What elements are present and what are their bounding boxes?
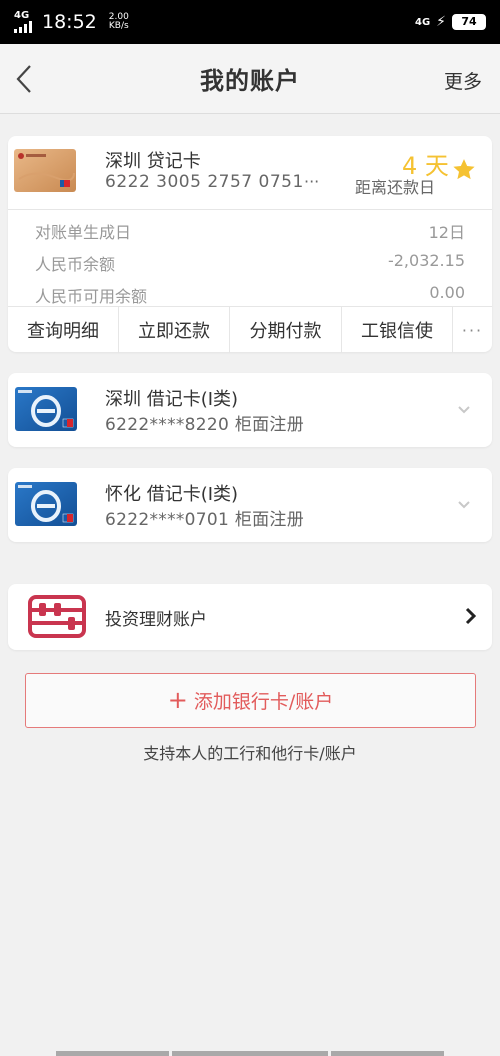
debit-card-image [15,482,77,526]
network-speed: 2.00 KB/s [109,13,129,31]
card-number-more[interactable]: ··· [304,172,319,191]
network-type-right: 4G [414,16,431,28]
row-value: 0.00 [429,283,465,302]
row-label: 对账单生成日 [35,223,132,242]
due-label: 距离还款日 [355,178,436,197]
debit-card-name: 深圳 借记卡(Ⅰ类) [105,389,239,410]
credit-card-actions: 查询明细 立即还款 分期付款 工银信使 ··· [8,306,492,353]
status-bar: 4G 18:52 2.00 KB/s 4G ⚡ 74 [0,0,500,44]
query-details-button[interactable]: 查询明细 [8,307,119,353]
chevron-down-icon[interactable] [456,496,472,509]
credit-card-image [14,149,76,192]
chevron-down-icon[interactable] [456,401,472,414]
credit-card-panel: 深圳 贷记卡 6222 3005 2757 0751 ··· 4 天 距离还款日… [8,136,492,353]
speed-unit: KB/s [108,21,129,31]
wealth-account-label: 投资理财账户 [105,610,207,630]
add-bank-card-label: 添加银行卡/账户 [193,691,334,713]
installment-button[interactable]: 分期付款 [230,307,342,353]
row-value: -2,032.15 [387,251,465,270]
icbc-messenger-button[interactable]: 工银信使 [342,307,453,353]
add-bank-card-button[interactable]: + 添加银行卡/账户 [25,673,476,728]
row-value: 12日 [428,223,465,242]
bottom-tab-indicator [331,1051,444,1056]
debit-card-number: 6222****8220 柜面注册 [105,415,305,435]
signal-icon [14,21,32,33]
more-actions-button[interactable]: ··· [453,307,492,353]
add-card-hint: 支持本人的工行和他行卡/账户 [143,744,357,763]
plus-icon: + [167,685,188,714]
debit-card-item[interactable]: 深圳 借记卡(Ⅰ类) 6222****8220 柜面注册 [8,373,492,447]
page-title: 我的账户 [200,67,300,95]
debit-card-item[interactable]: 怀化 借记卡(Ⅰ类) 6222****0701 柜面注册 [8,468,492,542]
repay-now-button[interactable]: 立即还款 [119,307,230,353]
credit-card-name: 深圳 贷记卡 [105,151,201,172]
debit-card-image [15,387,77,431]
statement-date-row: 对账单生成日 12日 [8,214,492,246]
back-icon[interactable] [10,62,38,96]
status-time: 18:52 [42,11,97,33]
bottom-tab-indicator [56,1051,169,1056]
rmb-balance-row: 人民币余额 -2,032.15 [8,246,492,278]
row-label: 人民币余额 [35,255,116,274]
row-label: 人民币可用余额 [35,287,148,306]
star-icon[interactable] [451,157,477,183]
more-button[interactable]: 更多 [444,67,482,94]
debit-card-number: 6222****0701 柜面注册 [105,510,305,530]
charging-icon: ⚡ [436,14,446,30]
bottom-tab-indicator [172,1051,328,1056]
app-header: 我的账户 更多 [0,44,500,114]
wealth-account-item[interactable]: 投资理财账户 [8,584,492,650]
credit-card-summary[interactable]: 深圳 贷记卡 6222 3005 2757 0751 ··· 4 天 距离还款日 [8,136,492,210]
network-type-left: 4G [14,10,30,21]
debit-card-name: 怀化 借记卡(Ⅰ类) [105,484,239,505]
chevron-right-icon[interactable] [464,606,478,626]
abacus-icon [28,595,86,638]
battery-icon: 74 [452,14,486,30]
credit-card-number: 6222 3005 2757 0751 [105,172,304,192]
